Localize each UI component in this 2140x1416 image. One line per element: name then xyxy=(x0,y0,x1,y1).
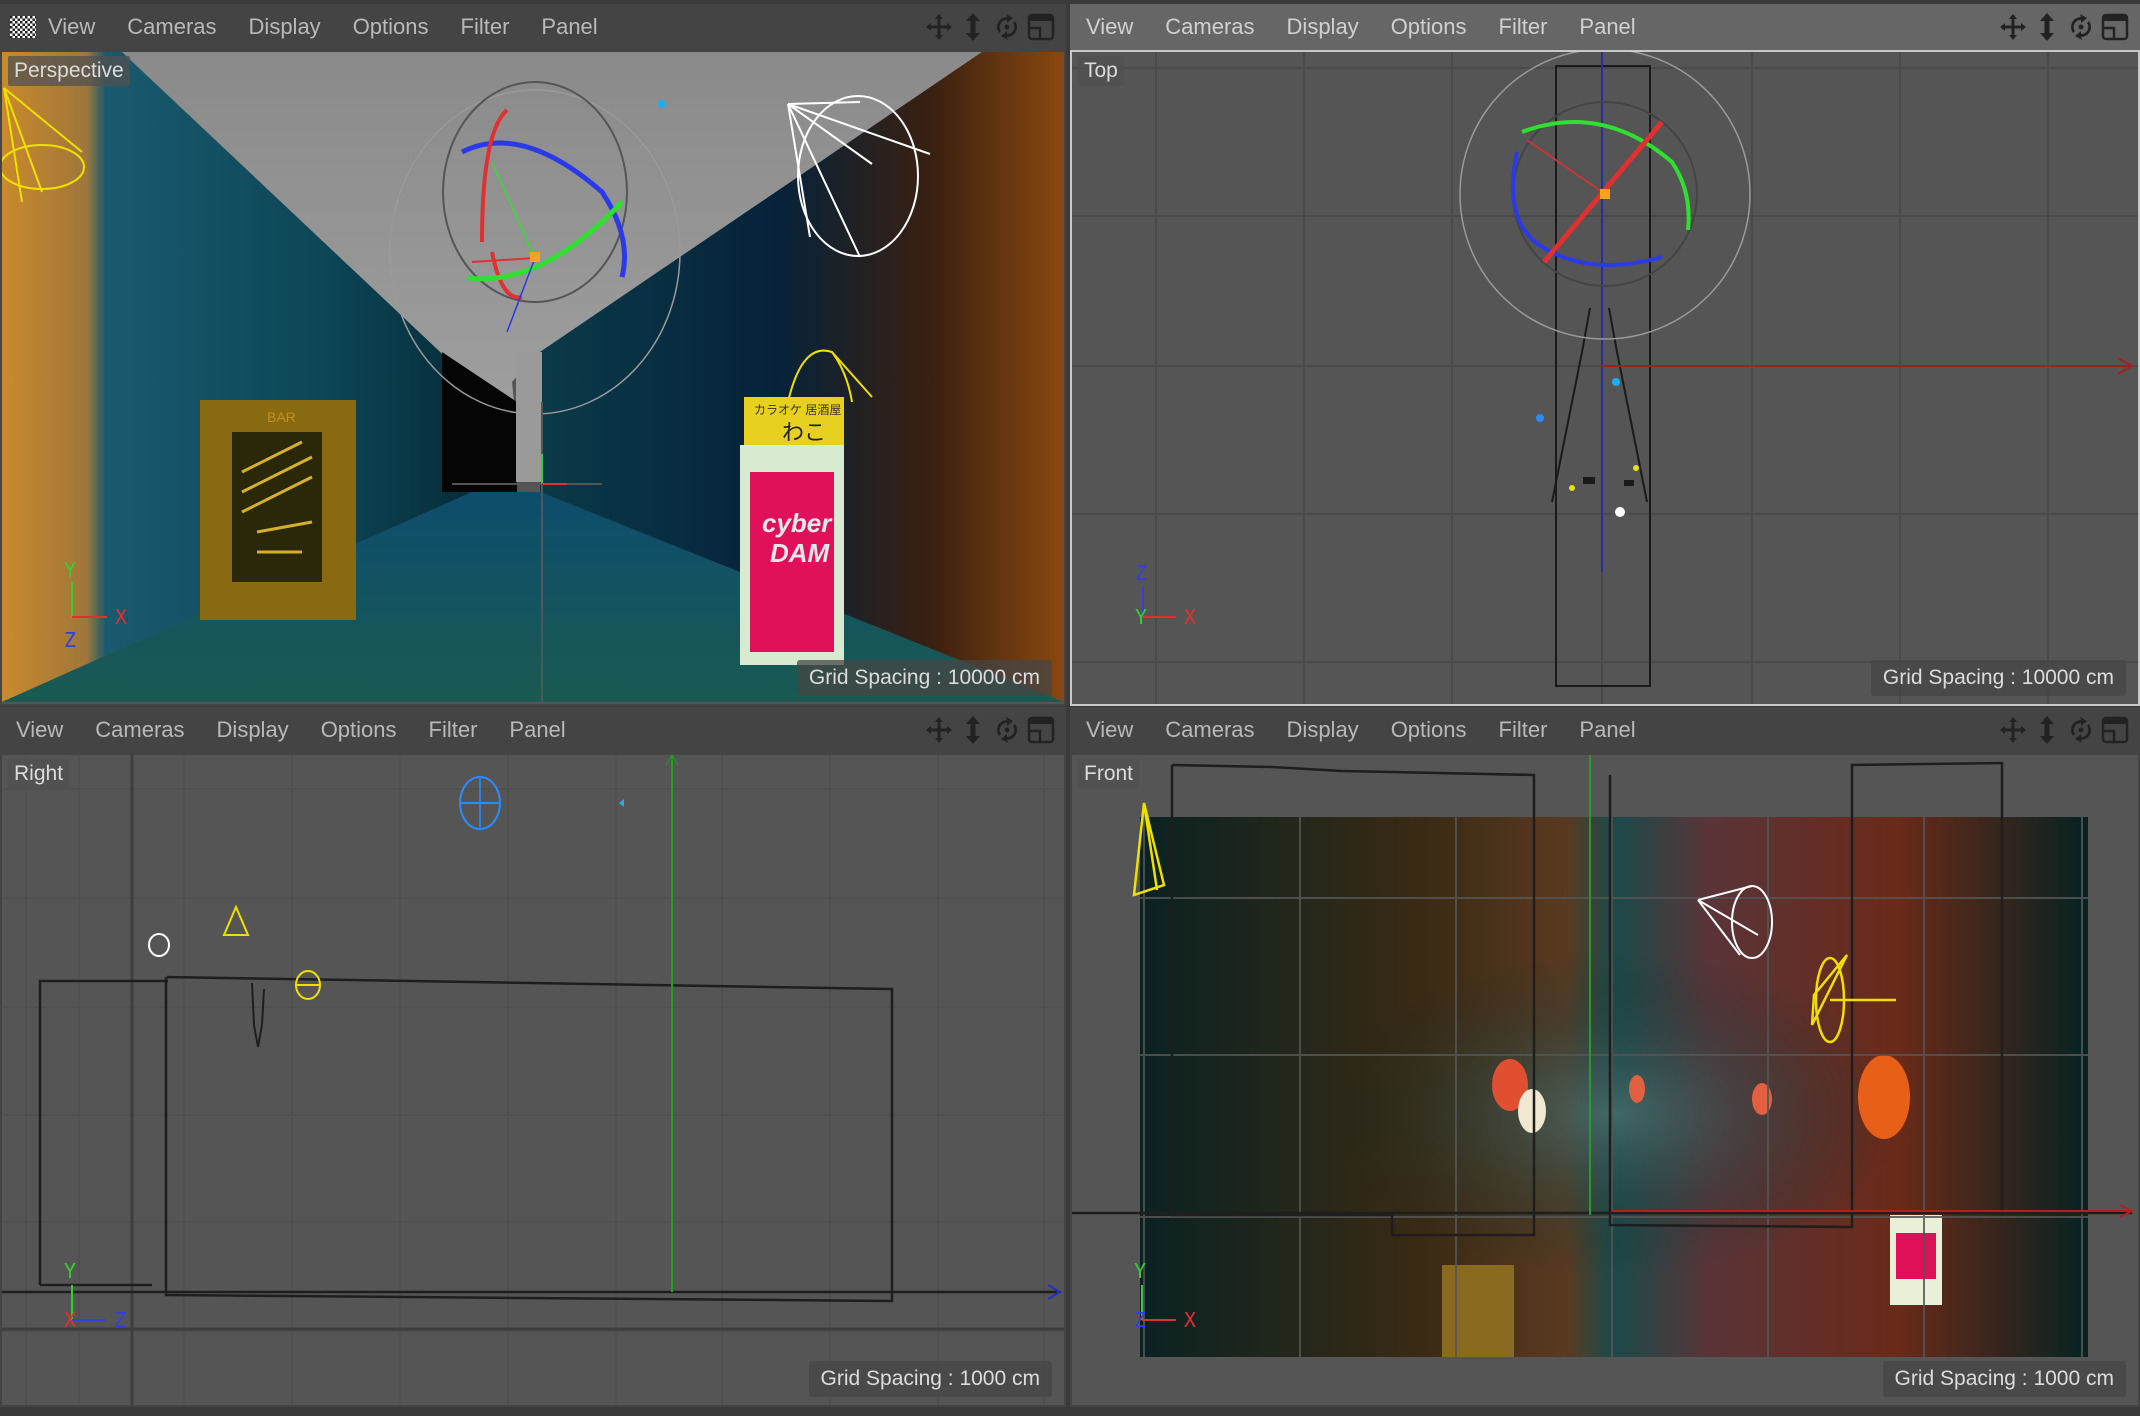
toggle-layout-icon[interactable] xyxy=(2100,715,2130,745)
menu-cameras[interactable]: Cameras xyxy=(1149,717,1270,743)
grid-spacing-readout: Grid Spacing : 10000 cm xyxy=(1870,660,2126,696)
toggle-layout-icon[interactable] xyxy=(1026,715,1056,745)
front-scene: Y Z X xyxy=(1072,755,2138,1405)
viewport-menubar: View Cameras Display Options Filter Pane… xyxy=(0,707,1066,753)
axis-label-z: Z xyxy=(1134,1308,1146,1332)
grid-lines xyxy=(1072,52,2138,704)
menu-options[interactable]: Options xyxy=(1375,14,1483,40)
menu-display[interactable]: Display xyxy=(1271,717,1375,743)
view-tools xyxy=(924,12,1056,42)
menu-cameras[interactable]: Cameras xyxy=(1149,14,1270,40)
right-scene: Y X Z xyxy=(2,755,1064,1405)
axis-label-y: Y xyxy=(64,1259,76,1283)
view-tools xyxy=(1998,715,2130,745)
axis-indicator: Z Y X xyxy=(1135,561,1196,629)
viewport-panel-right: View Cameras Display Options Filter Pane… xyxy=(0,707,1066,1407)
menu-filter[interactable]: Filter xyxy=(445,14,526,40)
move-view-icon[interactable] xyxy=(924,12,954,42)
toggle-layout-icon[interactable] xyxy=(1026,12,1056,42)
rotate-view-icon[interactable] xyxy=(2066,715,2096,745)
menu-options[interactable]: Options xyxy=(305,717,413,743)
menu-options[interactable]: Options xyxy=(1375,717,1483,743)
menu-view[interactable]: View xyxy=(1070,14,1149,40)
viewport-front[interactable]: Y Z X Front Grid Spacing : 1000 cm xyxy=(1072,755,2138,1405)
grid-spacing-readout: Grid Spacing : 1000 cm xyxy=(1882,1361,2126,1397)
blue-null-marker[interactable] xyxy=(658,100,666,108)
viewport-panel-perspective: View Cameras Display Options Filter Pane… xyxy=(0,4,1066,706)
viewport-menubar: View Cameras Display Options Filter Pane… xyxy=(1070,4,2140,50)
axis-label-y: Y xyxy=(1134,1259,1146,1283)
perspective-scene: BAR カラオケ 居酒屋 わこ cyber DAM Y X Z xyxy=(2,52,1064,704)
toggle-layout-icon[interactable] xyxy=(2100,12,2130,42)
axis-label-x: X xyxy=(115,605,127,629)
menu-filter[interactable]: Filter xyxy=(413,717,494,743)
top-scene: Z Y X xyxy=(1072,52,2138,704)
axis-label-z: Z xyxy=(64,628,76,652)
panel-grip-icon[interactable] xyxy=(10,16,36,38)
room-outline[interactable] xyxy=(38,975,894,1303)
move-view-icon[interactable] xyxy=(1998,715,2028,745)
menu-view[interactable]: View xyxy=(40,14,111,40)
menu-display[interactable]: Display xyxy=(201,717,305,743)
menu-panel[interactable]: Panel xyxy=(1563,717,1651,743)
zoom-view-icon[interactable] xyxy=(958,715,988,745)
viewport-top[interactable]: Z Y X Top Grid Spacing : 10000 cm xyxy=(1070,50,2140,706)
menu-board-object[interactable]: BAR xyxy=(200,400,356,620)
move-view-icon[interactable] xyxy=(924,715,954,745)
menu-filter[interactable]: Filter xyxy=(1483,14,1564,40)
menu-view[interactable]: View xyxy=(1070,717,1149,743)
axis-label-x: X xyxy=(1184,605,1196,629)
menu-board-header: BAR xyxy=(267,409,296,425)
menu-cameras[interactable]: Cameras xyxy=(111,14,232,40)
viewport-label[interactable]: Right xyxy=(8,759,70,789)
view-tools xyxy=(1998,12,2130,42)
viewport-panel-front: View Cameras Display Options Filter Pane… xyxy=(1070,707,2140,1407)
grid-spacing-readout: Grid Spacing : 10000 cm xyxy=(796,660,1052,696)
sign-top-small: カラオケ 居酒屋 xyxy=(754,403,841,417)
axis-label-z: Z xyxy=(1135,561,1147,585)
axis-label-x: X xyxy=(64,1308,76,1332)
menu-filter[interactable]: Filter xyxy=(1483,717,1564,743)
grid-lines xyxy=(2,755,1064,1405)
menu-display[interactable]: Display xyxy=(233,14,337,40)
viewport-label[interactable]: Top xyxy=(1078,56,1124,86)
sign-brand-1: cyber xyxy=(762,508,833,538)
viewport-perspective[interactable]: BAR カラオケ 居酒屋 わこ cyber DAM Y X Z Perspect… xyxy=(2,52,1064,704)
viewport-panel-top: View Cameras Display Options Filter Pane… xyxy=(1070,4,2140,706)
zoom-view-icon[interactable] xyxy=(2032,715,2062,745)
lantern xyxy=(1858,1055,1910,1139)
rotate-view-icon[interactable] xyxy=(2066,12,2096,42)
rotate-view-icon[interactable] xyxy=(992,715,1022,745)
move-view-icon[interactable] xyxy=(1998,12,2028,42)
viewport-menubar: View Cameras Display Options Filter Pane… xyxy=(1070,707,2140,753)
menu-panel[interactable]: Panel xyxy=(493,717,581,743)
axis-label-y: Y xyxy=(64,558,76,582)
sign-brand-2: DAM xyxy=(770,538,831,568)
scene-markers[interactable] xyxy=(1536,378,1639,517)
axis-label-y: Y xyxy=(1135,605,1147,629)
axis-label-z: Z xyxy=(114,1308,126,1332)
axis-label-x: X xyxy=(1184,1308,1196,1332)
viewport-right[interactable]: Y X Z Right Grid Spacing : 1000 cm xyxy=(2,755,1064,1405)
zoom-view-icon[interactable] xyxy=(2032,12,2062,42)
grid-spacing-readout: Grid Spacing : 1000 cm xyxy=(808,1361,1052,1397)
menu-panel[interactable]: Panel xyxy=(1563,14,1651,40)
menu-view[interactable]: View xyxy=(0,717,79,743)
zoom-view-icon[interactable] xyxy=(958,12,988,42)
menu-cameras[interactable]: Cameras xyxy=(79,717,200,743)
rotation-gizmo[interactable] xyxy=(1459,52,1751,340)
axis-indicator: Y X Z xyxy=(64,1259,126,1332)
menu-display[interactable]: Display xyxy=(1271,14,1375,40)
sign-top-big: わこ xyxy=(782,420,826,445)
viewport-label[interactable]: Perspective xyxy=(8,56,130,86)
menu-options[interactable]: Options xyxy=(337,14,445,40)
lantern xyxy=(1518,1089,1546,1133)
viewport-label[interactable]: Front xyxy=(1078,759,1140,789)
view-tools xyxy=(924,715,1056,745)
viewport-menubar: View Cameras Display Options Filter Pane… xyxy=(0,4,1066,50)
rotate-view-icon[interactable] xyxy=(992,12,1022,42)
menu-panel[interactable]: Panel xyxy=(525,14,613,40)
